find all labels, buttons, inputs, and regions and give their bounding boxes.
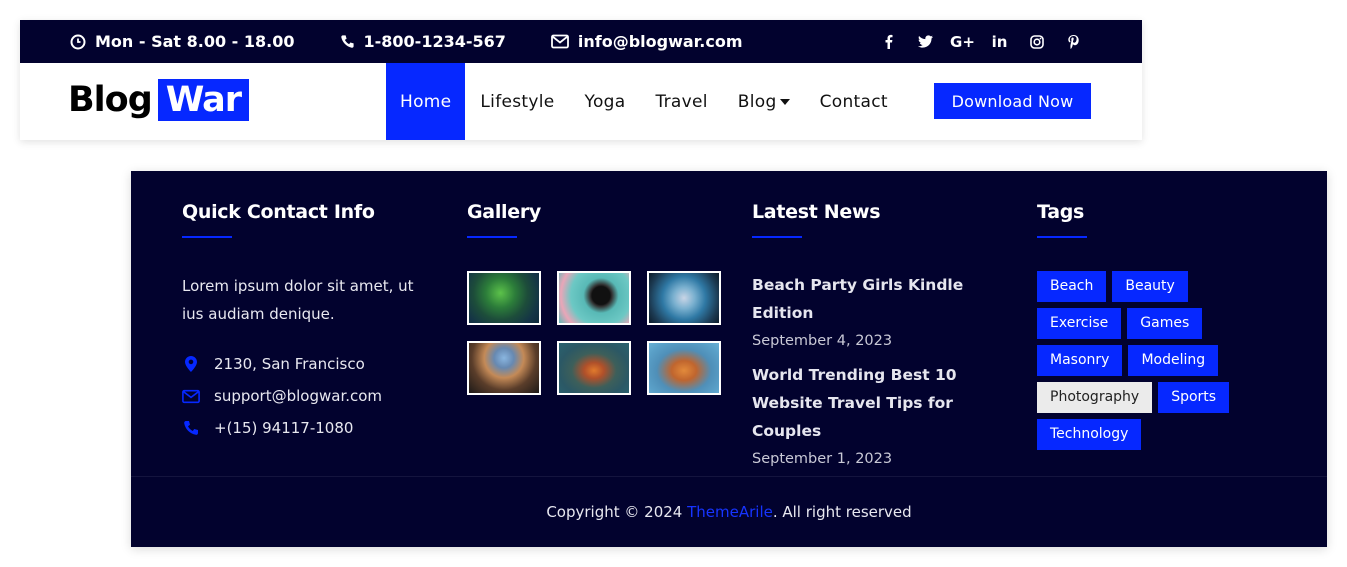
copyright-prefix: Copyright © 2024 [546,502,688,521]
footer-tags-column: Tags Beach Beauty Exercise Games Masonry… [1037,201,1277,450]
email-info: info@blogwar.com [550,32,743,51]
logo-text-blog: Blog [68,80,153,120]
hours-info: Mon - Sat 8.00 - 18.00 [70,32,295,51]
google-plus-icon[interactable]: G+ [944,33,981,51]
gallery-thumbnail[interactable] [647,271,721,325]
contact-address: 2130, San Francisco [182,348,422,380]
facebook-icon[interactable] [870,34,907,49]
contact-phone[interactable]: +(15) 94117-1080 [182,412,422,444]
download-now-button[interactable]: Download Now [934,83,1091,119]
news-list: Beach Party Girls Kindle Edition Septemb… [752,271,1012,467]
email-text: support@blogwar.com [214,387,383,405]
copyright-bar: Copyright © 2024 ThemeArile . All right … [131,476,1327,547]
gallery-thumbnail[interactable] [467,271,541,325]
gallery-thumbnail[interactable] [557,341,631,395]
tags-heading: Tags [1037,201,1085,223]
email-text: info@blogwar.com [577,32,743,51]
tag-photography[interactable]: Photography [1037,382,1153,413]
phone-info: 1-800-1234-567 [340,32,506,51]
phone-text: 1-800-1234-567 [363,32,506,51]
phone-icon [340,35,354,48]
envelope-icon [182,389,200,403]
nav-item-travel[interactable]: Travel [640,63,722,140]
news-item: Beach Party Girls Kindle Edition Septemb… [752,271,1012,349]
footer-news-column: Latest News Beach Party Girls Kindle Edi… [752,201,1012,467]
logo-text-war: War [157,79,250,121]
main-navbar: Blog War Home Lifestyle Yoga Travel Blog… [20,63,1142,140]
copyright-suffix: . All right reserved [772,502,912,521]
phone-text: +(15) 94117-1080 [214,419,354,437]
instagram-icon[interactable] [1018,34,1055,49]
hours-text: Mon - Sat 8.00 - 18.00 [95,32,295,51]
tag-games[interactable]: Games [1127,308,1203,339]
tag-masonry[interactable]: Masonry [1037,345,1123,376]
tag-modeling[interactable]: Modeling [1128,345,1219,376]
nav-item-home[interactable]: Home [386,63,466,140]
gallery-heading: Gallery [467,201,541,223]
heading-underline [182,236,232,238]
tag-exercise[interactable]: Exercise [1037,308,1122,339]
heading-underline [467,236,517,238]
nav-item-lifestyle[interactable]: Lifestyle [465,63,569,140]
map-marker-icon [185,356,197,372]
phone-icon [184,421,198,435]
gallery-grid [467,271,721,395]
top-bar: Mon - Sat 8.00 - 18.00 1-800-1234-567 in… [20,20,1142,63]
tag-cloud: Beach Beauty Exercise Games Masonry Mode… [1037,271,1277,450]
tag-sports[interactable]: Sports [1158,382,1230,413]
primary-menu: Home Lifestyle Yoga Travel Blog Contact [386,63,903,140]
linkedin-icon[interactable]: in [981,33,1018,51]
news-date: September 4, 2023 [752,333,893,349]
heading-underline [752,236,802,238]
contact-email[interactable]: support@blogwar.com [182,380,422,412]
themearile-link[interactable]: ThemeArile [687,503,773,521]
site-header: Mon - Sat 8.00 - 18.00 1-800-1234-567 in… [20,20,1142,140]
site-footer: Quick Contact Info Lorem ipsum dolor sit… [131,171,1327,547]
contact-description: Lorem ipsum dolor sit amet, ut ius audia… [182,277,414,323]
clock-icon [70,34,86,49]
news-date: September 1, 2023 [752,451,893,467]
twitter-icon[interactable] [907,35,944,48]
nav-item-contact[interactable]: Contact [805,63,903,140]
news-title[interactable]: World Trending Best 10 Website Travel Ti… [752,361,1012,445]
social-links: G+ in [870,33,1092,51]
tag-beach[interactable]: Beach [1037,271,1107,302]
gallery-thumbnail[interactable] [557,271,631,325]
nav-item-blog-label: Blog [737,91,777,112]
pinterest-icon[interactable] [1055,34,1092,49]
news-heading: Latest News [752,201,881,223]
address-text: 2130, San Francisco [214,355,365,373]
gallery-thumbnail[interactable] [467,341,541,395]
heading-underline [1037,236,1087,238]
tag-beauty[interactable]: Beauty [1112,271,1188,302]
caret-down-icon [779,98,790,105]
contact-list: 2130, San Francisco support@blogwar.com … [182,348,422,444]
site-logo[interactable]: Blog War [68,79,250,121]
gallery-thumbnail[interactable] [647,341,721,395]
footer-gallery-column: Gallery [467,201,721,395]
nav-item-yoga[interactable]: Yoga [570,63,641,140]
news-item: World Trending Best 10 Website Travel Ti… [752,361,1012,467]
footer-contact-column: Quick Contact Info Lorem ipsum dolor sit… [182,201,422,444]
envelope-icon [550,34,569,49]
news-title[interactable]: Beach Party Girls Kindle Edition [752,271,1012,327]
contact-heading: Quick Contact Info [182,201,375,223]
tag-technology[interactable]: Technology [1037,419,1142,450]
nav-item-blog[interactable]: Blog [723,63,805,140]
